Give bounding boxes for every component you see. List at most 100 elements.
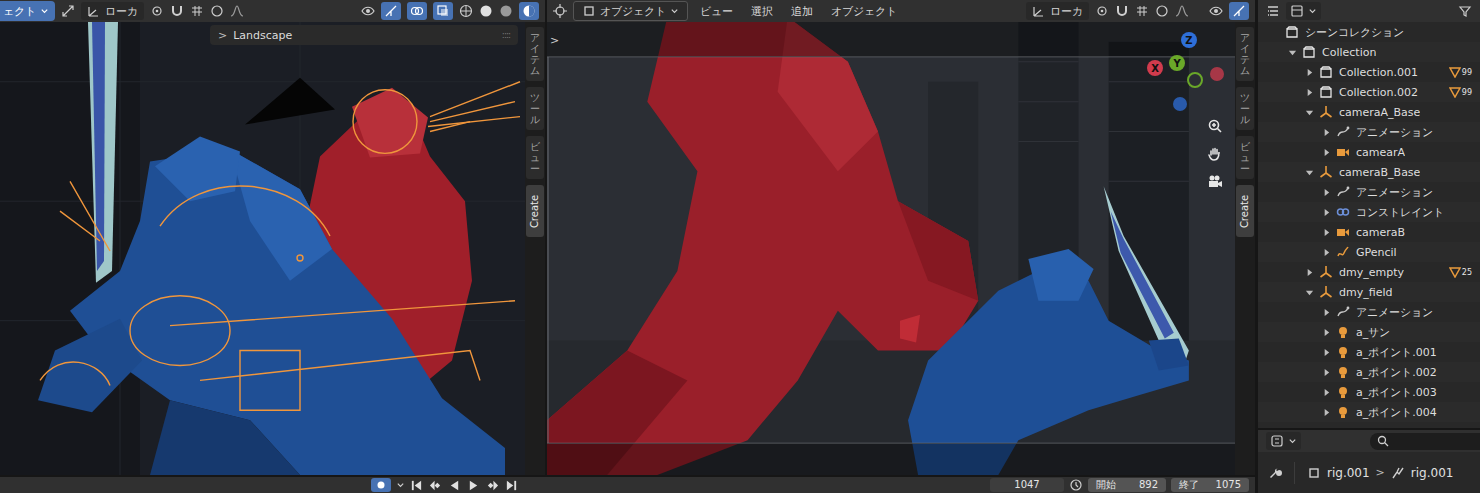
falloff-icon[interactable] (1175, 4, 1189, 18)
falloff-icon[interactable] (230, 4, 244, 18)
current-frame-field[interactable]: 1047 (990, 478, 1064, 492)
sidebar-tab[interactable]: ツール (1236, 87, 1254, 130)
landscape-panel[interactable]: >Landscape:::: (210, 25, 518, 45)
collapsed-arrow-icon[interactable] (1322, 368, 1331, 377)
rendered-shading-toggle[interactable] (519, 2, 539, 20)
snap-grid-icon[interactable] (190, 4, 204, 18)
search-field[interactable] (1370, 433, 1480, 450)
xray-toggle[interactable] (433, 2, 453, 20)
mode-dropdown[interactable]: オブジェクト (573, 1, 688, 21)
collapsed-arrow-icon[interactable] (1322, 348, 1331, 357)
clock-icon[interactable] (1069, 478, 1083, 492)
expanded-arrow-icon[interactable] (1305, 108, 1314, 117)
play-icon[interactable] (467, 479, 480, 492)
outliner-row[interactable]: cameraA_Base (1258, 102, 1480, 122)
collapsed-arrow-icon[interactable] (1322, 388, 1331, 397)
proportional-icon[interactable] (1155, 4, 1169, 18)
viewport-canvas[interactable]: >Landscape:::: (0, 22, 525, 475)
zoom-icon[interactable] (1207, 118, 1223, 134)
proportional-icon[interactable] (210, 4, 224, 18)
collapsed-arrow-icon[interactable] (1305, 88, 1314, 97)
mode-button[interactable]: ェクト (0, 1, 55, 21)
start-frame-field[interactable]: 開始892 (1088, 478, 1166, 492)
visibility-icon[interactable] (361, 4, 375, 18)
axis-negative-handle[interactable] (1188, 73, 1202, 87)
camera-viewport[interactable]: オブジェクトビュー選択追加オブジェクトローカ>ZYXアイテムツールビューCrea… (547, 0, 1255, 475)
wireframe-shading-icon[interactable] (459, 4, 473, 18)
orientation-dropdown[interactable]: ローカ (1026, 2, 1089, 20)
solid-shading-icon[interactable] (479, 4, 493, 18)
axis-handle[interactable] (1169, 55, 1185, 71)
collapsed-arrow-icon[interactable] (1322, 128, 1331, 137)
axis-negative-handle[interactable] (1210, 67, 1224, 81)
outliner-row[interactable]: Collection.00199 (1258, 62, 1480, 82)
outliner-row[interactable]: cameraB (1258, 222, 1480, 242)
chevron-icon[interactable] (396, 481, 405, 490)
sidebar-tab[interactable]: アイテム (526, 27, 544, 81)
outliner-row[interactable]: アニメーション (1258, 182, 1480, 202)
wrench-icon[interactable] (1268, 466, 1282, 480)
outliner-row[interactable]: Collection (1258, 42, 1480, 62)
filter-icon[interactable] (1458, 4, 1472, 18)
material-shading-icon[interactable] (499, 4, 513, 18)
outliner-row[interactable]: アニメーション (1258, 122, 1480, 142)
collapsed-arrow-icon[interactable] (1322, 188, 1331, 197)
collapsed-arrow-icon[interactable] (1322, 408, 1331, 417)
collapsed-arrow-icon[interactable] (1322, 208, 1331, 217)
axis-negative-handle[interactable] (1173, 97, 1187, 111)
display-mode-dropdown[interactable] (1286, 2, 1321, 20)
key-next-icon[interactable] (486, 479, 499, 492)
menu-item[interactable]: 追加 (785, 4, 819, 19)
sidebar-tab[interactable]: Create (526, 185, 544, 237)
gizmo-toggle[interactable] (381, 2, 401, 20)
outliner-row[interactable]: a_ポイント.003 (1258, 382, 1480, 402)
editor-type-icon[interactable] (1266, 4, 1280, 18)
sidebar-tab[interactable]: ツール (526, 87, 544, 130)
expanded-arrow-icon[interactable] (1288, 48, 1297, 57)
outliner-row[interactable]: a_ポイント.001 (1258, 342, 1480, 362)
play-reverse-icon[interactable] (448, 479, 461, 492)
collapsed-arrow-icon[interactable] (1322, 248, 1331, 257)
navigation-gizmo[interactable]: ZYX (1139, 28, 1231, 120)
collapsed-arrow-icon[interactable] (1322, 148, 1331, 157)
transform-icon[interactable] (61, 4, 75, 18)
menu-item[interactable]: 選択 (745, 4, 779, 19)
key-prev-icon[interactable] (429, 479, 442, 492)
sidebar-tab[interactable]: アイテム (1236, 27, 1254, 81)
outliner-row[interactable]: a_ポイント.002 (1258, 362, 1480, 382)
sidebar-tab[interactable]: ビュー (526, 136, 544, 179)
sidebar-tab[interactable]: ビュー (1236, 136, 1254, 179)
magnet-icon[interactable] (170, 4, 184, 18)
outliner-row[interactable]: シーンコレクション (1258, 22, 1480, 42)
outliner-row[interactable]: a_サン (1258, 322, 1480, 342)
collapsed-arrow-icon[interactable] (1322, 228, 1331, 237)
end-frame-field[interactable]: 終了1075 (1171, 478, 1249, 492)
camera-view-icon[interactable] (1207, 174, 1223, 190)
jump-end-icon[interactable] (505, 479, 518, 492)
collapsed-arrow-icon[interactable] (1322, 328, 1331, 337)
outliner-row[interactable]: dmy_field (1258, 282, 1480, 302)
orientation-dropdown[interactable]: ローカ (81, 2, 144, 20)
outliner-row[interactable]: camearA (1258, 142, 1480, 162)
collapsed-arrow-icon[interactable] (1305, 268, 1314, 277)
jump-start-icon[interactable] (410, 479, 423, 492)
overlay-toggle[interactable] (407, 2, 427, 20)
editor-type-dropdown[interactable] (1266, 432, 1301, 450)
axis-handle[interactable] (1147, 60, 1163, 76)
axis-handle[interactable] (1181, 32, 1197, 48)
collapsed-arrow-icon[interactable] (1305, 68, 1314, 77)
hand-icon[interactable] (1207, 146, 1223, 162)
collapsed-arrow-icon[interactable] (1322, 308, 1331, 317)
pivot-icon[interactable] (1095, 4, 1109, 18)
outliner-row[interactable]: GPencil (1258, 242, 1480, 262)
outliner-row[interactable]: dmy_empty25 (1258, 262, 1480, 282)
pivot-icon[interactable] (150, 4, 164, 18)
menu-item[interactable]: オブジェクト (825, 4, 903, 19)
expanded-arrow-icon[interactable] (1305, 168, 1314, 177)
outliner-row[interactable]: コンストレイント (1258, 202, 1480, 222)
gizmo-toggle[interactable] (1229, 2, 1249, 20)
outliner-row[interactable]: a_ポイント.004 (1258, 402, 1480, 422)
sidebar-tab[interactable]: Create (1236, 185, 1254, 237)
outliner-row[interactable]: cameraB_Base (1258, 162, 1480, 182)
outliner-row[interactable]: アニメーション (1258, 302, 1480, 322)
